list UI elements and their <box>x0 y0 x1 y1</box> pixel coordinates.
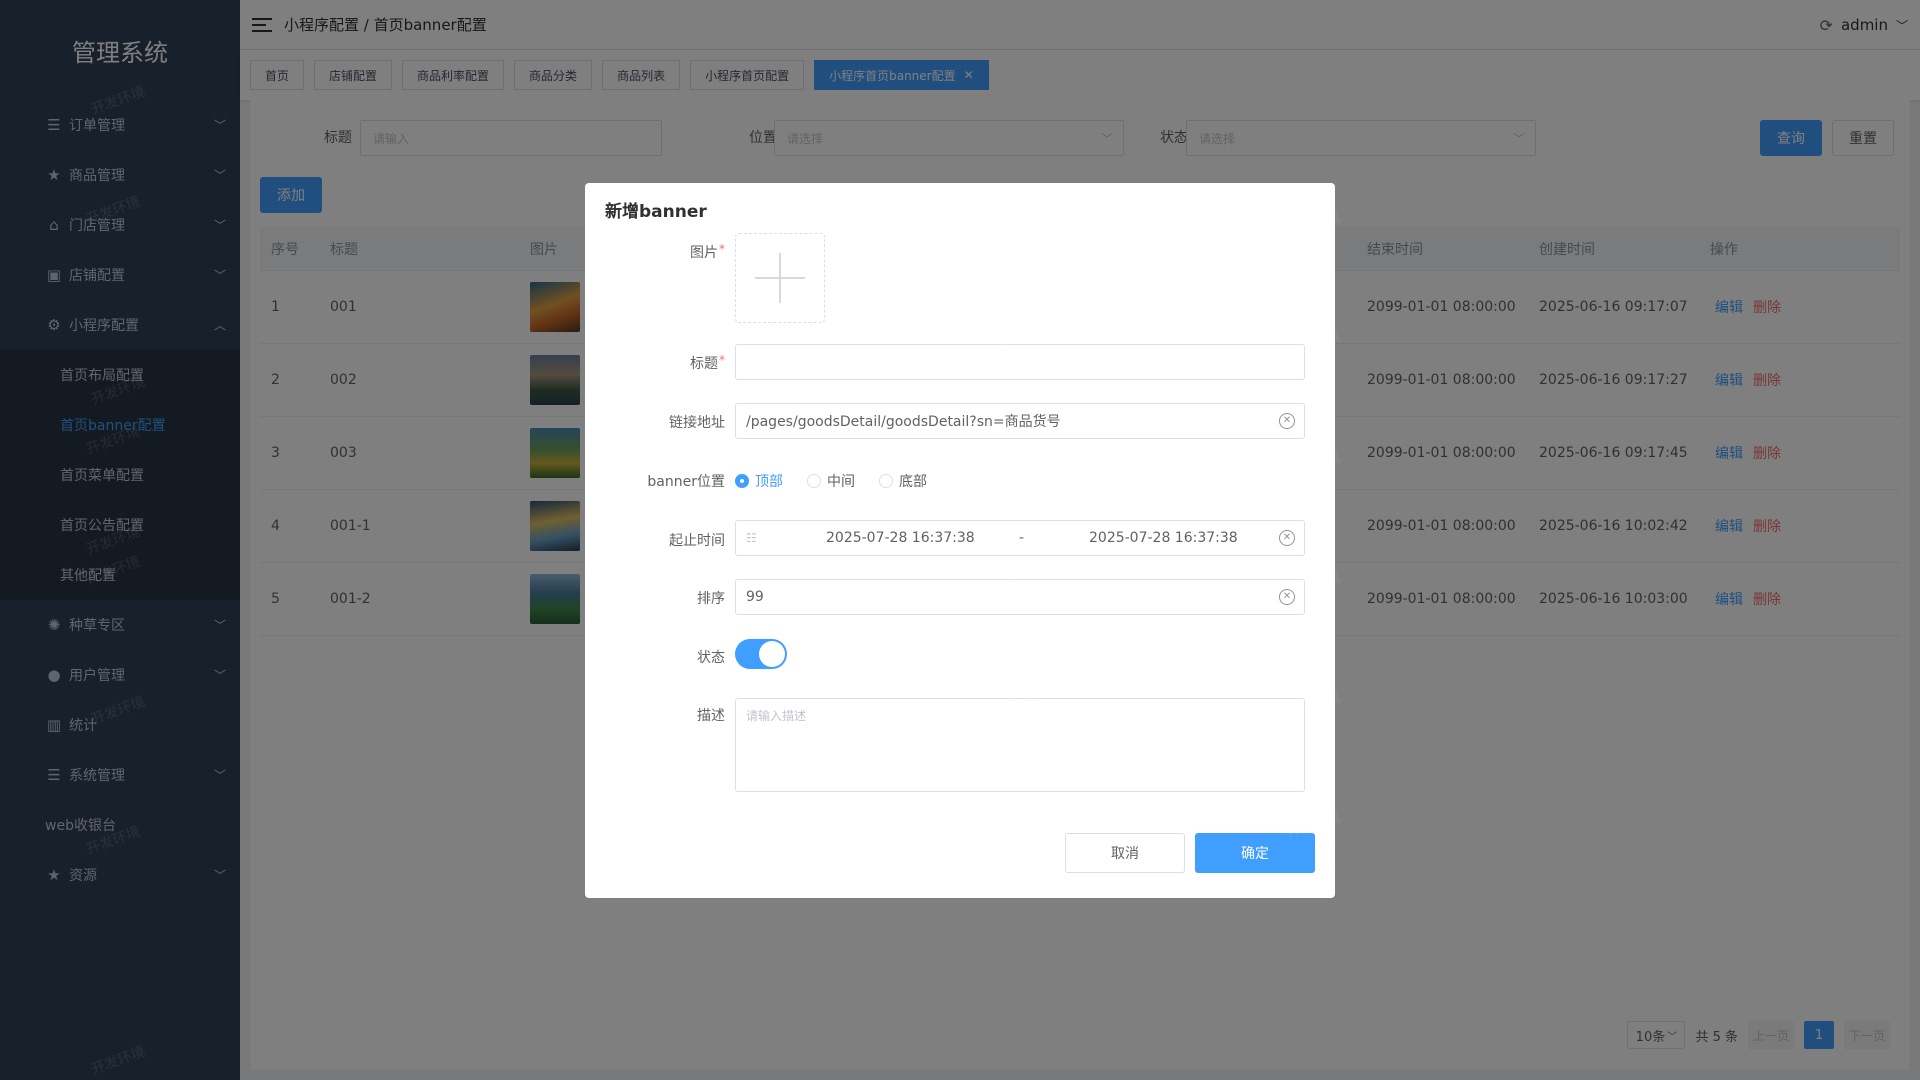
link-label: 链接地址 <box>669 415 725 431</box>
radio-dot <box>879 474 893 488</box>
radio-label: 顶部 <box>755 474 783 490</box>
position-radio-group: 顶部 中间 底部 <box>735 471 927 491</box>
switch-knob <box>759 641 785 667</box>
radio-label: 中间 <box>827 474 855 490</box>
clear-icon[interactable]: ✕ <box>1279 413 1295 429</box>
sort-label: 排序 <box>697 591 725 607</box>
image-uploader[interactable] <box>735 233 825 323</box>
date-range-picker[interactable]: ☷ 2025-07-28 16:37:38 - 2025-07-28 16:37… <box>735 520 1305 556</box>
clear-icon[interactable]: ✕ <box>1279 589 1295 605</box>
range-end[interactable]: 2025-07-28 16:37:38 <box>1089 530 1238 546</box>
plus-icon <box>755 253 805 303</box>
desc-textarea[interactable]: 请输入描述 <box>735 698 1305 792</box>
title-input[interactable] <box>735 344 1305 380</box>
radio-top[interactable]: 顶部 <box>735 471 783 491</box>
status-label: 状态 <box>697 650 725 666</box>
title-label: 标题* <box>690 353 725 372</box>
desc-label: 描述 <box>697 708 725 724</box>
radio-dot <box>735 474 749 488</box>
radio-bottom[interactable]: 底部 <box>879 471 927 491</box>
radio-middle[interactable]: 中间 <box>807 471 855 491</box>
range-separator: - <box>1019 530 1025 546</box>
sort-value: 99 <box>746 589 764 605</box>
position-label: banner位置 <box>647 474 725 490</box>
range-label: 起止时间 <box>669 533 725 549</box>
cancel-button[interactable]: 取消 <box>1065 833 1185 873</box>
image-label: 图片* <box>690 242 725 261</box>
sort-input[interactable]: 99 ✕ <box>735 579 1305 615</box>
dialog-title: 新增banner <box>605 202 707 222</box>
status-switch[interactable] <box>735 639 787 669</box>
range-start[interactable]: 2025-07-28 16:37:38 <box>826 530 975 546</box>
clear-icon[interactable]: ✕ <box>1279 530 1295 546</box>
link-value: /pages/goodsDetail/goodsDetail?sn=商品货号 <box>746 414 1061 430</box>
confirm-button[interactable]: 确定 <box>1195 833 1315 873</box>
calendar-icon: ☷ <box>746 531 757 545</box>
add-banner-dialog: 新增banner 图片* 标题* 链接地址 /pages/goodsDetail… <box>585 183 1335 898</box>
radio-dot <box>807 474 821 488</box>
link-input[interactable]: /pages/goodsDetail/goodsDetail?sn=商品货号 ✕ <box>735 403 1305 439</box>
radio-label: 底部 <box>899 474 927 490</box>
